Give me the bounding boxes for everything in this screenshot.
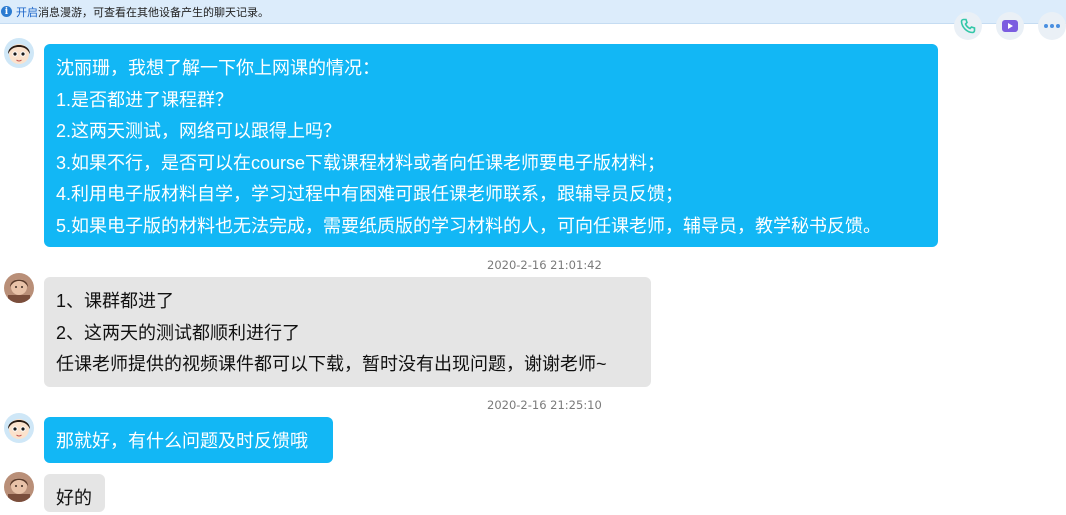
teacher-avatar[interactable]	[4, 38, 34, 68]
message-bubble-teacher[interactable]: 沈丽珊，我想了解一下你上网课的情况： 1.是否都进了课程群？ 2.这两天测试，网…	[44, 44, 938, 247]
video-call-icon	[1002, 20, 1018, 32]
message-line: 那就好，有什么问题及时反馈哦	[56, 431, 308, 451]
message-line: 1.是否都进了课程群？	[56, 89, 234, 110]
message-line: 3.如果不行，是否可以在course下载课程材料或者向任课老师要电子版材料；	[56, 152, 666, 173]
message-roaming-notice: i 开启 消息漫游，可查看在其他设备产生的聊天记录。	[0, 0, 1066, 24]
info-icon: i	[1, 6, 12, 17]
more-icon	[1044, 24, 1060, 28]
student-avatar[interactable]	[4, 472, 34, 502]
chat-toolbar	[940, 12, 1066, 40]
enable-roaming-link[interactable]: 开启	[16, 4, 38, 20]
message-line: 4.利用电子版材料自学，学习过程中有困难可跟任课老师联系，跟辅导员反馈；	[56, 184, 684, 204]
message-bubble-teacher[interactable]: 那就好，有什么问题及时反馈哦	[44, 417, 333, 463]
teacher-avatar[interactable]	[4, 413, 34, 443]
message-line: 好的	[56, 488, 92, 508]
student-avatar[interactable]	[4, 273, 34, 303]
message-bubble-student[interactable]: 好的	[44, 474, 105, 512]
message-timestamp: 2020-2-16 21:25:10	[487, 398, 602, 412]
phone-icon	[960, 18, 976, 34]
notice-text: 消息漫游，可查看在其他设备产生的聊天记录。	[38, 5, 269, 19]
message-line: 5.如果电子版的材料也无法完成，需要纸质版的学习材料的人，可向任课老师，辅导员，…	[56, 215, 882, 236]
message-line: 2、这两天的测试都顺利进行了	[56, 322, 301, 343]
message-line: 任课老师提供的视频课件都可以下载，暂时没有出现问题，谢谢老师~	[56, 354, 607, 374]
video-call-button[interactable]	[996, 12, 1024, 40]
message-timestamp: 2020-2-16 21:01:42	[487, 258, 602, 272]
more-button[interactable]	[1038, 12, 1066, 40]
voice-call-button[interactable]	[954, 12, 982, 40]
message-line: 2.这两天测试，网络可以跟得上吗？	[56, 121, 342, 141]
message-line: 沈丽珊，我想了解一下你上网课的情况：	[56, 58, 380, 78]
message-bubble-student[interactable]: 1、课群都进了 2、这两天的测试都顺利进行了 任课老师提供的视频课件都可以下载，…	[44, 277, 651, 387]
message-line: 1、课群都进了	[56, 291, 175, 311]
